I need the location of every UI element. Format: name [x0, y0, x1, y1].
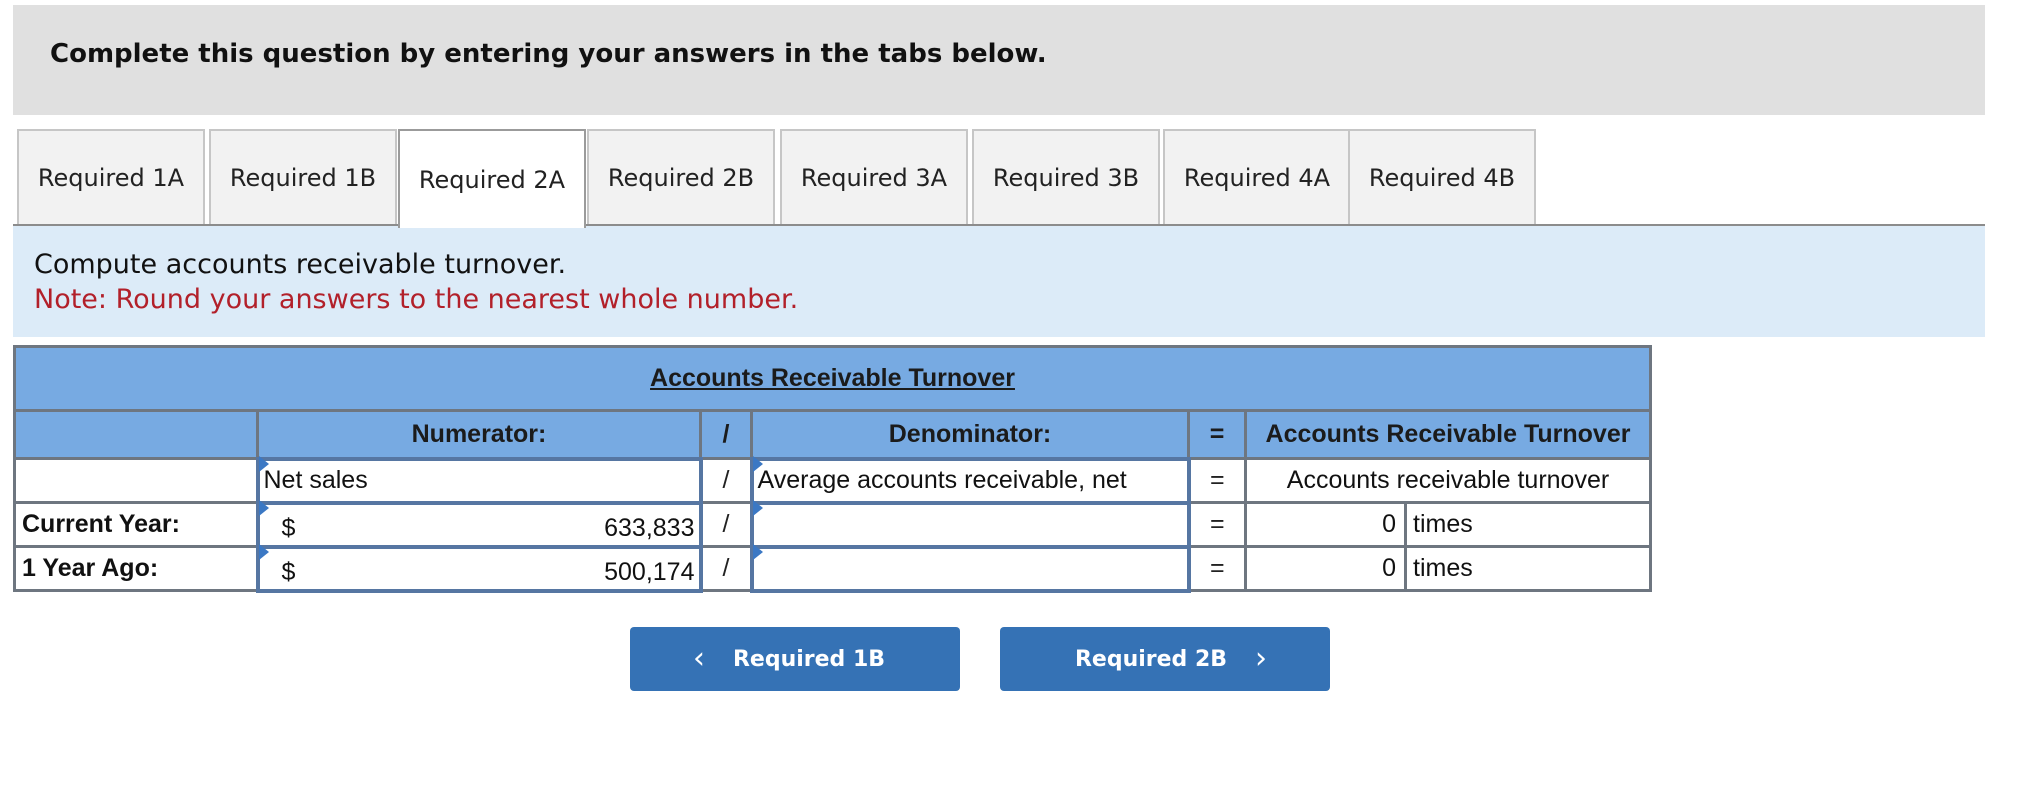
numerator-value: 633,833: [604, 513, 695, 542]
ar-turnover-table: Accounts Receivable Turnover Numerator: …: [13, 345, 1652, 593]
tab-required-2a[interactable]: Required 2A: [398, 129, 586, 228]
header-equals: =: [1187, 409, 1247, 460]
tab-required-3a[interactable]: Required 3A: [780, 129, 968, 225]
tab-bar: Required 1A Required 1B Required 2A Requ…: [17, 129, 1985, 228]
dropdown-marker-icon: [752, 499, 763, 516]
dropdown-marker-icon: [752, 455, 763, 472]
next-tab-label: Required 2B: [1074, 646, 1228, 672]
chevron-right-icon: ›: [1255, 641, 1268, 676]
header-title: Complete this question by entering your …: [50, 39, 1047, 69]
result-value: 0: [1244, 545, 1407, 592]
tab-required-4b[interactable]: Required 4B: [1348, 129, 1536, 225]
tab-required-1a[interactable]: Required 1A: [17, 129, 205, 225]
numerator-formula-value: Net sales: [263, 466, 368, 494]
result-formula-label: Accounts receivable turnover: [1244, 457, 1652, 504]
tab-required-4a[interactable]: Required 4A: [1163, 129, 1351, 225]
header-numerator: Numerator:: [256, 409, 702, 460]
divide-sign: /: [699, 457, 753, 504]
rounding-note: Note: Round your answers to the nearest …: [34, 284, 799, 315]
row-label: 1 Year Ago:: [13, 545, 259, 592]
table-row-1-year-ago: 1 Year Ago: $ 500,174 / = 0 times: [13, 543, 1652, 593]
tab-required-1b[interactable]: Required 1B: [209, 129, 397, 225]
divide-sign: /: [699, 545, 753, 592]
numerator-formula-select[interactable]: Net sales: [255, 455, 703, 505]
dropdown-marker-icon: [752, 543, 763, 560]
numerator-value: 500,174: [604, 557, 695, 586]
question-header: Complete this question by entering your …: [13, 5, 1985, 115]
denominator-formula-select[interactable]: Average accounts receivable, net: [749, 455, 1191, 505]
prev-tab-button[interactable]: ‹ Required 1B: [630, 627, 960, 691]
result-unit: times: [1404, 545, 1652, 592]
dropdown-marker-icon: [258, 543, 269, 560]
next-tab-button[interactable]: Required 2B ›: [1000, 627, 1330, 691]
currency-symbol: $: [281, 557, 296, 586]
instructions-panel: Compute accounts receivable turnover. No…: [13, 226, 1985, 337]
divide-sign: /: [699, 501, 753, 548]
prev-tab-label: Required 1B: [732, 646, 886, 672]
header-denominator: Denominator:: [750, 409, 1190, 460]
formula-row: Net sales / Average accounts receivable,…: [13, 455, 1652, 505]
instruction-text: Compute accounts receivable turnover.: [34, 249, 567, 280]
header-divide: /: [699, 409, 753, 460]
result-value: 0: [1244, 501, 1407, 548]
numerator-input-current-year[interactable]: $ 633,833: [255, 499, 703, 549]
header-result: Accounts Receivable Turnover: [1244, 409, 1652, 460]
header-blank: [13, 409, 259, 460]
row-label: Current Year:: [13, 501, 259, 548]
formula-label: [13, 457, 259, 504]
equals-sign: =: [1187, 501, 1247, 548]
tab-required-3b[interactable]: Required 3B: [972, 129, 1160, 225]
denominator-input-current-year[interactable]: [749, 499, 1191, 549]
dropdown-marker-icon: [258, 455, 269, 472]
equals-sign: =: [1187, 545, 1247, 592]
equals-sign: =: [1187, 457, 1247, 504]
table-row-current-year: Current Year: $ 633,833 / = 0 times: [13, 499, 1652, 549]
numerator-input-1-year-ago[interactable]: $ 500,174: [255, 543, 703, 593]
chevron-left-icon: ‹: [692, 641, 705, 676]
tab-required-2b[interactable]: Required 2B: [587, 129, 775, 225]
denominator-input-1-year-ago[interactable]: [749, 543, 1191, 593]
currency-symbol: $: [281, 513, 296, 542]
denominator-formula-value: Average accounts receivable, net: [757, 466, 1127, 494]
result-unit: times: [1404, 501, 1652, 548]
dropdown-marker-icon: [258, 499, 269, 516]
table-title: Accounts Receivable Turnover: [13, 345, 1652, 412]
table-header-row: Numerator: / Denominator: = Accounts Rec…: [13, 409, 1652, 460]
